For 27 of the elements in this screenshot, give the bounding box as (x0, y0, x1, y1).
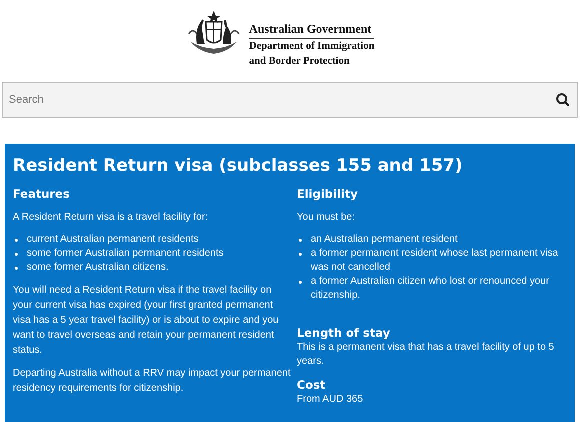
department-name: Department of Immigration (249, 40, 375, 54)
section-heading: Eligibility (297, 186, 359, 202)
search-field[interactable]: Search (2, 82, 578, 118)
body-text: You will need a Resident Return visa if the travel facility on your current visa has expired (your first granted permanent visa has a 5 year travel facility) or is about to expire and you want to travel overseas and retain your permanent resident status. (13, 284, 280, 358)
bullet-icon (299, 253, 302, 256)
body-text: A Resident Return visa is a travel facility for: (13, 211, 210, 225)
section-heading: Cost (297, 377, 327, 393)
body-text: Departing Australia without a RRV may impact your permanent residency requirements for citizenship. (13, 367, 291, 396)
bullet-icon (299, 239, 302, 242)
search-icon[interactable] (556, 93, 570, 107)
department-name: and Border Protection (249, 55, 351, 69)
bullet-icon (15, 239, 18, 242)
section-heading: Features (13, 186, 71, 202)
panel-title: Resident Return visa (subclasses 155 and 157) (13, 155, 464, 178)
body-text: This is a permanent visa that has a travel facility of up to 5 years. (297, 341, 556, 369)
list-item: a former Australian citizen who lost or renounced your citizenship. (311, 275, 550, 303)
body-text: From AUD 365 (297, 393, 364, 407)
list-item: some former Australian citizens. (27, 261, 169, 275)
list-item: some former Australian permanent residents (27, 247, 224, 261)
government-name: Australian Government (249, 22, 374, 39)
bullet-icon (15, 253, 18, 256)
bullet-icon (299, 281, 302, 284)
list-item: an Australian permanent resident (311, 233, 458, 247)
bullet-icon (15, 267, 18, 270)
body-text: You must be: (297, 211, 356, 225)
list-item: current Australian permanent residents (27, 233, 199, 247)
section-heading: Length of stay (297, 325, 392, 341)
